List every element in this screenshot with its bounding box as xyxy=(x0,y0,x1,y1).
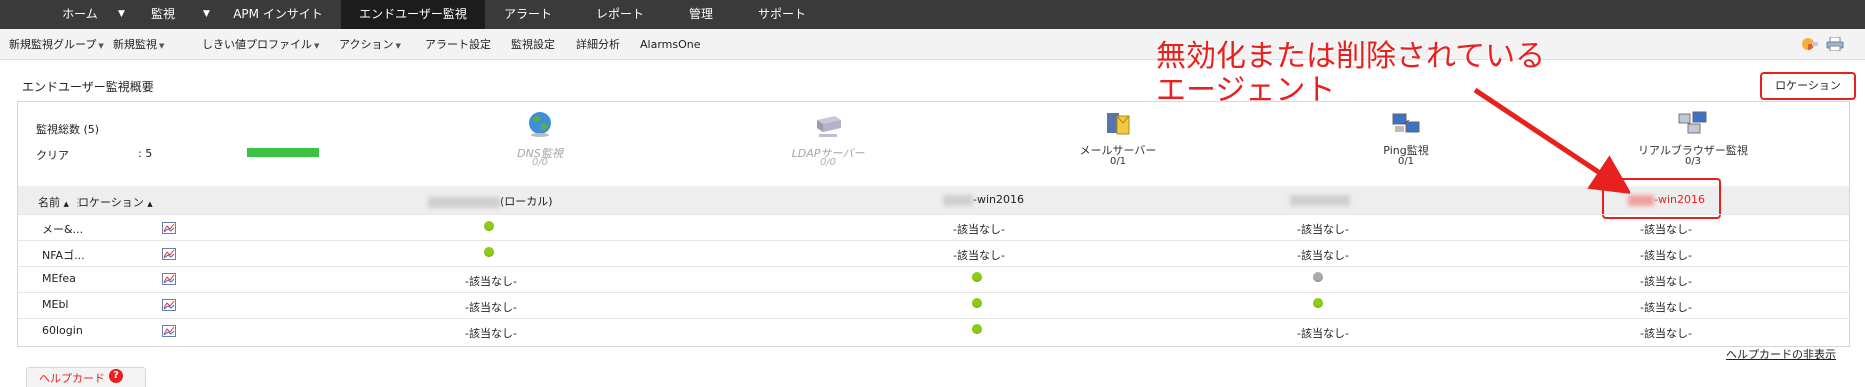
ldap-monitor-count: 0/0 xyxy=(819,157,837,168)
row-divider xyxy=(18,292,1849,293)
location-button[interactable]: ロケーション xyxy=(1760,72,1856,100)
nav-support[interactable]: サポート xyxy=(752,0,812,29)
action-label: アクション xyxy=(339,38,394,51)
sort-icon: ▲ xyxy=(147,200,153,208)
status-up-dot[interactable] xyxy=(484,221,494,231)
status-up-dot[interactable] xyxy=(972,324,982,334)
threshold-profile-label: しきい値プロファイル xyxy=(202,38,312,51)
chevron-down-icon: ▼ xyxy=(314,42,320,50)
top-nav: ホーム ▼ 監視 ▼ APM インサイト エンドユーザー監視 アラート レポート… xyxy=(0,0,1865,29)
clear-status-bar xyxy=(247,148,319,157)
graph-icon[interactable] xyxy=(162,273,176,285)
location-label-1: (ローカル) xyxy=(500,195,553,208)
chart-toggle-icon[interactable] xyxy=(1800,37,1818,51)
row-name-link[interactable]: メー&... xyxy=(42,221,83,237)
row-name-link[interactable]: MEbl xyxy=(42,298,68,311)
hide-help-card-link[interactable]: ヘルプカードの非表示 xyxy=(1726,346,1836,362)
nav-alarms[interactable]: アラート xyxy=(496,0,560,29)
location-header-3[interactable] xyxy=(1290,193,1350,206)
sub-nav: 新規監視グループ ▼ 新規監視 ▼ しきい値プロファイル ▼ アクション ▼ アラート設… xyxy=(0,29,1865,60)
status-up-dot[interactable] xyxy=(484,247,494,257)
graph-icon[interactable] xyxy=(162,299,176,311)
chevron-down-icon: ▼ xyxy=(395,42,401,50)
print-icon[interactable] xyxy=(1826,37,1844,51)
location-header-2[interactable]: -win2016 xyxy=(943,193,1024,206)
not-applicable-text: -該当なし- xyxy=(953,223,1005,236)
not-applicable-text: -該当なし- xyxy=(1640,301,1692,314)
row-divider xyxy=(18,214,1849,215)
mail-server-icon[interactable] xyxy=(1103,110,1133,138)
not-applicable-text: -該当なし- xyxy=(465,275,517,288)
col-name-label: 名前 xyxy=(38,196,60,209)
col-location-header[interactable]: ロケーション ▲ xyxy=(78,194,153,210)
not-applicable-text: -該当なし- xyxy=(1640,223,1692,236)
detailed-analysis-link[interactable]: 詳細分析 xyxy=(576,29,620,60)
real-browser-icon[interactable] xyxy=(1678,110,1708,138)
row-name-link[interactable]: 60login xyxy=(42,324,83,337)
col-name-header[interactable]: 名前 ▲ ⋮ xyxy=(38,194,83,210)
row-divider xyxy=(18,240,1849,241)
new-monitor-group-label: 新規監視グループ xyxy=(9,38,97,51)
help-card-label: ヘルプカード xyxy=(39,372,105,385)
new-monitor-group-menu[interactable]: 新規監視グループ ▼ xyxy=(9,29,104,60)
monitor-settings-link[interactable]: 監視設定 xyxy=(511,29,555,60)
graph-icon[interactable] xyxy=(162,248,176,260)
not-applicable-text: -該当なし- xyxy=(953,249,1005,262)
location-header-1[interactable]: (ローカル) xyxy=(428,193,553,209)
not-applicable-text: -該当なし- xyxy=(1297,223,1349,236)
annotation-arrow xyxy=(1473,87,1630,195)
chevron-down-icon: ▼ xyxy=(98,42,104,50)
mail-server-monitor-count: 0/1 xyxy=(1109,156,1127,167)
total-monitors-label: 監視総数 (5) xyxy=(36,123,100,136)
globe-icon[interactable] xyxy=(525,110,555,138)
clear-value: : 5 xyxy=(138,147,153,160)
not-applicable-text: -該当なし- xyxy=(1297,249,1349,262)
clear-label: クリア xyxy=(36,149,69,162)
new-monitor-menu[interactable]: 新規監視 ▼ xyxy=(113,29,164,60)
row-divider xyxy=(18,266,1849,267)
help-card-tab[interactable]: ヘルプカード ? xyxy=(26,367,146,387)
dns-monitor-count: 0/0 xyxy=(531,157,549,168)
status-up-dot[interactable] xyxy=(972,298,982,308)
alarm-settings-link[interactable]: アラート設定 xyxy=(425,29,491,60)
location-label-2: -win2016 xyxy=(973,193,1024,206)
redacted-text xyxy=(943,194,973,206)
not-applicable-text: -該当なし- xyxy=(1640,275,1692,288)
nav-monitors-chevron-down-icon[interactable]: ▼ xyxy=(203,0,210,29)
nav-reports[interactable]: レポート xyxy=(587,0,653,29)
row-divider xyxy=(18,318,1849,319)
status-up-dot[interactable] xyxy=(972,272,982,282)
graph-icon[interactable] xyxy=(162,325,176,337)
redacted-text xyxy=(428,196,500,208)
not-applicable-text: -該当なし- xyxy=(1297,327,1349,340)
status-unknown-dot[interactable] xyxy=(1313,272,1323,282)
graph-icon[interactable] xyxy=(162,222,176,234)
not-applicable-text: -該当なし- xyxy=(1640,249,1692,262)
nav-end-user-monitoring[interactable]: エンドユーザー監視 xyxy=(341,0,485,29)
status-up-dot[interactable] xyxy=(1313,298,1323,308)
nav-monitors[interactable]: 監視 xyxy=(143,0,183,29)
not-applicable-text: -該当なし- xyxy=(465,301,517,314)
nav-apm-insight[interactable]: APM インサイト xyxy=(228,0,328,29)
ldap-server-icon[interactable] xyxy=(813,112,843,140)
page-title: エンドユーザー監視概要 xyxy=(22,80,154,94)
nav-home-chevron-down-icon[interactable]: ▼ xyxy=(118,0,125,29)
not-applicable-text: -該当なし- xyxy=(1640,327,1692,340)
nav-admin[interactable]: 管理 xyxy=(680,0,722,29)
chevron-down-icon: ▼ xyxy=(159,42,165,50)
annotation-line-1: 無効化または削除されている xyxy=(1156,39,1546,74)
ping-icon[interactable] xyxy=(1391,110,1421,138)
row-name-link[interactable]: MEfea xyxy=(42,272,76,285)
not-applicable-text: -該当なし- xyxy=(465,327,517,340)
nav-home[interactable]: ホーム xyxy=(50,0,110,29)
row-name-link[interactable]: NFAゴ... xyxy=(42,247,85,263)
action-menu[interactable]: アクション ▼ xyxy=(339,29,401,60)
alarmsone-link[interactable]: AlarmsOne xyxy=(640,29,701,60)
new-monitor-label: 新規監視 xyxy=(113,38,157,51)
sort-icon: ▲ xyxy=(63,200,69,208)
threshold-profile-menu[interactable]: しきい値プロファイル ▼ xyxy=(202,29,319,60)
col-location-label: ロケーション xyxy=(78,196,144,209)
redacted-text xyxy=(1290,194,1350,206)
